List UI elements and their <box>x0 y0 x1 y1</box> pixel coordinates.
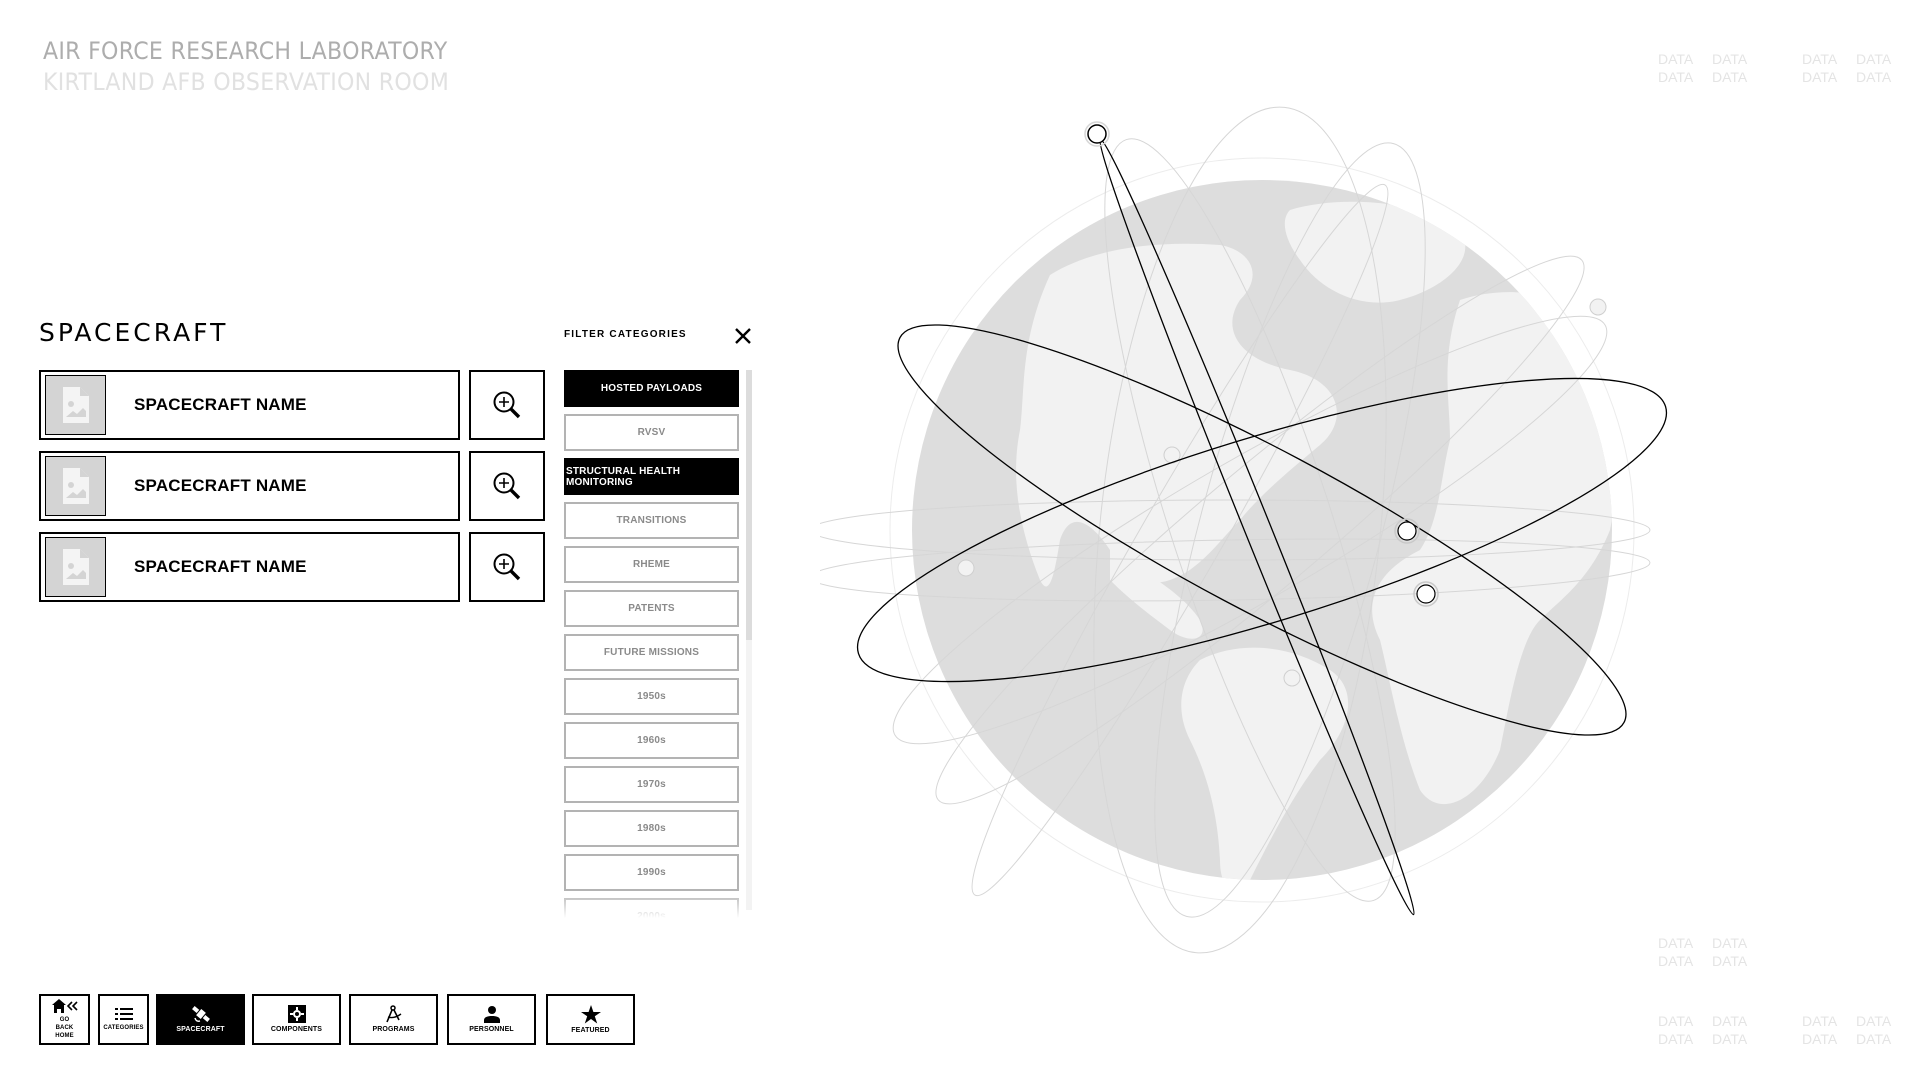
data-value: DATA <box>1712 69 1748 85</box>
spacecraft-list-item[interactable]: SPACECRAFT NAME <box>39 532 460 602</box>
nav-label: PROGRAMS <box>372 1026 415 1033</box>
nav-label: GO BACK HOME <box>55 1017 74 1039</box>
image-file-icon <box>62 549 89 585</box>
spacecraft-thumbnail <box>45 537 106 597</box>
data-value: DATA <box>1802 69 1838 85</box>
spacecraft-zoom-button[interactable] <box>469 532 545 602</box>
nav-label: FEATURED <box>571 1026 610 1034</box>
filter-category-button[interactable]: 1970s <box>564 766 739 803</box>
filter-category-button[interactable]: RHEME <box>564 546 739 583</box>
header: AIR FORCE RESEARCH LABORATORY KIRTLAND A… <box>43 36 484 98</box>
data-value: DATA <box>1802 1031 1838 1047</box>
zoom-in-icon <box>493 553 521 581</box>
zoom-in-icon <box>493 472 521 500</box>
data-value: DATA <box>1712 1031 1748 1047</box>
nav-spacecraft-button[interactable]: SPACECRAFT <box>156 994 245 1045</box>
nav-programs-button[interactable]: PROGRAMS <box>349 994 438 1045</box>
image-file-icon <box>62 387 89 423</box>
filter-category-button[interactable]: 1990s <box>564 854 739 891</box>
filter-category-button[interactable]: 1980s <box>564 810 739 847</box>
spacecraft-thumbnail <box>45 456 106 516</box>
home-back-icon <box>51 999 78 1013</box>
nav-featured-button[interactable]: FEATURED <box>546 994 635 1045</box>
data-value: DATA <box>1658 51 1694 67</box>
component-chip-icon <box>287 1005 306 1023</box>
filter-close-button[interactable] <box>733 326 753 346</box>
close-icon <box>735 328 751 344</box>
spacecraft-zoom-button[interactable] <box>469 451 545 521</box>
data-value: DATA <box>1856 51 1892 67</box>
satellite-marker[interactable] <box>1084 121 1110 147</box>
background-satellite-marker <box>1589 298 1607 316</box>
data-value: DATA <box>1802 1013 1838 1029</box>
data-value: DATA <box>1802 51 1838 67</box>
nav-components-button[interactable]: COMPONENTS <box>252 994 341 1045</box>
background-satellite-marker <box>1283 669 1301 687</box>
nav-home-button[interactable]: GO BACK HOME <box>39 994 90 1045</box>
data-value: DATA <box>1658 1031 1694 1047</box>
data-value: DATA <box>1856 1013 1892 1029</box>
filter-category-button[interactable]: STRUCTURAL HEALTH MONITORING <box>564 458 739 495</box>
section-title: SPACECRAFT <box>39 318 229 347</box>
nav-label: SPACECRAFT <box>176 1026 225 1033</box>
data-value: DATA <box>1856 69 1892 85</box>
list-icon <box>114 1008 133 1020</box>
zoom-in-icon <box>493 391 521 419</box>
spacecraft-name: SPACECRAFT NAME <box>134 395 307 414</box>
background-satellite-marker <box>957 559 975 577</box>
globe-orbit-visualization <box>820 106 1668 954</box>
spacecraft-zoom-button[interactable] <box>469 370 545 440</box>
filter-category-button[interactable]: 1950s <box>564 678 739 715</box>
data-value: DATA <box>1712 1013 1748 1029</box>
filter-category-button[interactable]: FUTURE MISSIONS <box>564 634 739 671</box>
spacecraft-name: SPACECRAFT NAME <box>134 476 307 495</box>
spacecraft-thumbnail <box>45 375 106 435</box>
filter-category-button[interactable]: RVSV <box>564 414 739 451</box>
spacecraft-name: SPACECRAFT NAME <box>134 557 307 576</box>
nav-categories-button[interactable]: CATEGORIES <box>98 994 149 1045</box>
data-value: DATA <box>1658 69 1694 85</box>
nav-label: PERSONNEL <box>469 1026 514 1033</box>
app-subtitle: KIRTLAND AFB OBSERVATION ROOM <box>43 68 450 96</box>
app-title: AIR FORCE RESEARCH LABORATORY <box>43 37 448 65</box>
data-value: DATA <box>1658 1013 1694 1029</box>
filter-title: FILTER CATEGORIES <box>564 329 687 340</box>
satellite-icon <box>191 1006 210 1022</box>
nav-label: CATEGORIES <box>103 1025 144 1031</box>
satellite-marker[interactable] <box>1394 518 1420 544</box>
star-icon <box>580 1004 601 1023</box>
image-file-icon <box>62 468 89 504</box>
nav-label: COMPONENTS <box>270 1026 323 1033</box>
filter-category-button[interactable]: TRANSITIONS <box>564 502 739 539</box>
filter-category-button[interactable]: 1960s <box>564 722 739 759</box>
filter-category-button[interactable]: HOSTED PAYLOADS <box>564 370 739 407</box>
filter-scrollbar-thumb[interactable] <box>746 370 752 640</box>
filter-category-list: HOSTED PAYLOADS RVSV STRUCTURAL HEALTH MON… <box>564 370 740 918</box>
filter-category-button[interactable]: 2000s <box>564 898 739 918</box>
data-value: DATA <box>1712 51 1748 67</box>
satellite-marker[interactable] <box>1413 581 1439 607</box>
spacecraft-list-item[interactable]: SPACECRAFT NAME <box>39 451 460 521</box>
filter-category-button[interactable]: PATENTS <box>564 590 739 627</box>
filter-scrollbar[interactable] <box>746 370 752 910</box>
spacecraft-list-item[interactable]: SPACECRAFT NAME <box>39 370 460 440</box>
nav-personnel-button[interactable]: PERSONNEL <box>447 994 536 1045</box>
data-value: DATA <box>1856 1031 1892 1047</box>
compass-drafting-icon <box>385 1005 401 1023</box>
person-icon <box>483 1006 500 1023</box>
